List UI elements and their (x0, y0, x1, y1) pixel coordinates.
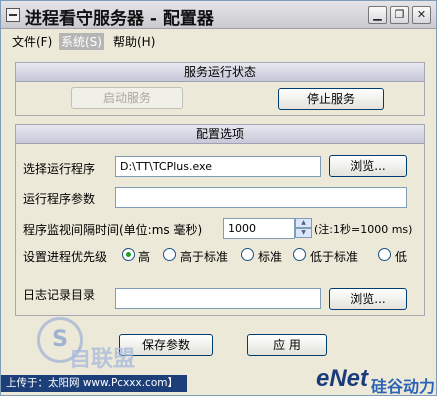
priority-above-normal-label[interactable]: 高于标准 (180, 248, 228, 265)
window-title: 进程看守服务器 - 配置器 (25, 9, 214, 29)
interval-field[interactable]: 1000 (223, 218, 295, 239)
minimize-button[interactable]: ▁ (368, 6, 387, 24)
interval-label: 程序监视间隔时间(单位:ms 毫秒) (23, 223, 203, 237)
priority-normal-label[interactable]: 标准 (258, 248, 282, 265)
service-status-title: 服务运行状态 (16, 63, 424, 82)
spin-down-icon[interactable]: ▼ (295, 228, 312, 238)
menu-help[interactable]: 帮助(H) (113, 33, 155, 50)
enet-logo: eNet (316, 365, 369, 392)
priority-low-label[interactable]: 低 (395, 248, 407, 265)
program-label: 选择运行程序 (23, 162, 96, 176)
enet-sub-logo: 硅谷动力 (371, 377, 436, 396)
priority-high-radio[interactable] (122, 248, 135, 261)
priority-below-normal-radio[interactable] (293, 248, 306, 261)
restore-button[interactable]: ❐ (390, 6, 409, 24)
params-label: 运行程序参数 (23, 192, 96, 206)
log-dir-field[interactable] (115, 288, 321, 309)
priority-normal-radio[interactable] (241, 248, 254, 261)
interval-spinner[interactable]: ▲ ▼ (295, 218, 312, 239)
program-browse-button[interactable]: 浏览... (329, 155, 407, 177)
close-button[interactable]: ✕ (412, 6, 431, 24)
program-path-field[interactable]: D:\TT\TCPlus.exe (115, 156, 321, 177)
menu-bar: 文件(F) 系统(S) 帮助(H) (1, 30, 436, 50)
log-browse-button[interactable]: 浏览... (329, 288, 407, 310)
menu-system[interactable]: 系统(S) (59, 33, 104, 50)
apply-button[interactable]: 应 用 (247, 334, 327, 356)
priority-low-radio[interactable] (378, 248, 391, 261)
service-status-group: 服务运行状态 启动服务 停止服务 (15, 62, 425, 116)
stop-service-button[interactable]: 停止服务 (278, 88, 384, 110)
upload-banner: 上传于：太阳网 www.Pcxxx.com】 (1, 375, 187, 392)
app-window: 进程看守服务器 - 配置器 ▁ ❐ ✕ 文件(F) 系统(S) 帮助(H) 服务… (0, 0, 437, 396)
spin-up-icon[interactable]: ▲ (295, 218, 312, 228)
interval-hint: (注:1秒=1000 ms) (314, 223, 413, 236)
log-dir-label: 日志记录目录 (23, 288, 96, 302)
params-field[interactable] (115, 187, 407, 208)
start-service-button[interactable]: 启动服务 (71, 87, 183, 109)
priority-high-label[interactable]: 高 (138, 248, 150, 265)
watermark-brand: 自联盟 (69, 347, 136, 372)
priority-below-normal-label[interactable]: 低于标准 (310, 248, 358, 265)
title-bar[interactable]: 进程看守服务器 - 配置器 ▁ ❐ ✕ (1, 1, 436, 29)
priority-above-normal-radio[interactable] (163, 248, 176, 261)
menu-file[interactable]: 文件(F) (12, 33, 52, 50)
priority-label: 设置进程优先级 (23, 250, 108, 264)
app-icon[interactable] (6, 8, 20, 22)
config-title: 配置选项 (16, 125, 424, 144)
